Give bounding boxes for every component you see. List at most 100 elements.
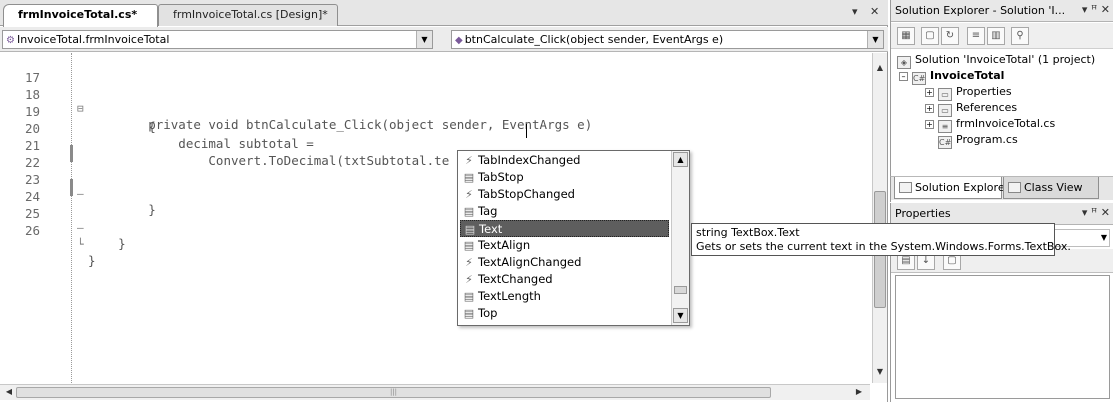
vertical-scrollbar[interactable]: ▲ ▼ xyxy=(872,53,887,383)
lightning-icon: ⚡ xyxy=(465,256,473,269)
property-icon: ▤ xyxy=(463,307,475,320)
solution-explorer-icon xyxy=(899,182,912,193)
intellisense-item[interactable]: ⚡ TabIndexChanged xyxy=(460,152,669,169)
scroll-down-icon[interactable]: ▼ xyxy=(673,308,688,323)
panel-title-text: Solution Explorer - Solution 'I... xyxy=(895,4,1066,17)
node-label: frmInvoiceTotal.cs xyxy=(956,117,1056,130)
intellisense-item[interactable]: ▤ TextAlign xyxy=(460,237,669,254)
tree-node-project[interactable]: – C# InvoiceTotal xyxy=(899,68,1005,85)
code-line: 19 { xyxy=(0,89,860,134)
tree-node-solution[interactable]: ◈ Solution 'InvoiceTotal' (1 project) xyxy=(897,52,1096,69)
panel-window-controls[interactable]: ▾ ꟸ ✕ xyxy=(1082,206,1110,219)
tooltip-description: Gets or sets the current text in the Sys… xyxy=(696,240,1071,253)
tree-node-references[interactable]: + ▭ References xyxy=(925,100,1017,117)
code-area[interactable]: 17 18 ⊟ private void btnCalculate_Click(… xyxy=(0,53,870,383)
intellisense-item[interactable]: ▤ TabStop xyxy=(460,169,669,186)
item-label: Tag xyxy=(478,204,498,218)
item-label: TextAlignChanged xyxy=(478,255,582,269)
properties-icon[interactable]: ▦ xyxy=(897,27,915,45)
class-diagram-icon[interactable]: ⚲ xyxy=(1011,27,1029,45)
lightning-icon: ⚡ xyxy=(465,154,473,167)
view-code-icon[interactable]: ≡ xyxy=(967,27,985,45)
close-tab-icon[interactable]: ✕ xyxy=(870,5,879,18)
member-combo-value: btnCalculate_Click(object sender, EventA… xyxy=(464,33,724,46)
expand-icon[interactable]: + xyxy=(925,88,934,97)
solution-explorer-panel: Solution Explorer - Solution 'I... ▾ ꟸ ✕… xyxy=(890,0,1113,202)
scroll-thumb[interactable]: ||| xyxy=(16,387,771,398)
item-label: TabIndexChanged xyxy=(478,153,581,167)
tab-class-view[interactable]: Class View xyxy=(1003,177,1099,199)
item-label: TextLength xyxy=(478,289,541,303)
class-combo-value: InvoiceTotal.frmInvoiceTotal xyxy=(16,33,170,46)
scroll-up-icon[interactable]: ▲ xyxy=(873,61,887,75)
view-designer-icon[interactable]: ▥ xyxy=(987,27,1005,45)
chevron-down-icon[interactable]: ▼ xyxy=(416,31,432,48)
node-label: InvoiceTotal xyxy=(930,69,1005,82)
lightning-icon: ⚡ xyxy=(465,273,473,286)
expand-icon[interactable]: + xyxy=(925,104,934,113)
code-editor: frmInvoiceTotal.cs* frmInvoiceTotal.cs [… xyxy=(0,0,888,402)
properties-title: Properties ▾ ꟸ ✕ xyxy=(891,203,1113,225)
expand-icon[interactable]: + xyxy=(925,120,934,129)
property-icon: ▤ xyxy=(463,205,475,218)
intellisense-list[interactable]: ⚡ TabIndexChanged ▤ TabStop ⚡ TabStopChange… xyxy=(457,150,690,326)
tab-label: Solution Explorer xyxy=(915,181,1010,194)
code-line: 18 ⊟ private void btnCalculate_Click(obj… xyxy=(0,72,860,132)
intellisense-item[interactable]: ▤ Top xyxy=(460,305,669,322)
code-line: 23 – } xyxy=(0,157,860,217)
item-label: TextAlign xyxy=(478,238,531,252)
tab-code-file[interactable]: frmInvoiceTotal.cs* xyxy=(3,4,158,27)
intellisense-item[interactable]: ⚡ TabStopChanged xyxy=(460,186,669,203)
line-number: 26 xyxy=(24,223,40,238)
code-line: 21 Convert.ToDecimal(txtSubtotal.te xyxy=(0,123,860,168)
solution-explorer-title: Solution Explorer - Solution 'I... ▾ ꟸ ✕ xyxy=(891,0,1113,22)
show-all-files-icon[interactable]: ▢ xyxy=(921,27,939,45)
document-tab-bar: frmInvoiceTotal.cs* frmInvoiceTotal.cs [… xyxy=(0,0,888,27)
property-grid[interactable] xyxy=(895,275,1110,399)
property-icon: ▤ xyxy=(463,171,475,184)
tree-node-properties[interactable]: + ▭ Properties xyxy=(925,84,1012,101)
member-tooltip: string TextBox.Text Gets or sets the cur… xyxy=(691,223,1071,256)
intellisense-item[interactable]: ▤ Tag xyxy=(460,203,669,220)
code-line: 24 xyxy=(0,174,860,204)
intellisense-item[interactable]: ▤ TextLength xyxy=(460,288,669,305)
refresh-icon[interactable]: ↻ xyxy=(941,27,959,45)
class-icon: ⚙ xyxy=(6,35,15,46)
intellisense-item[interactable]: ⚡ TextChanged xyxy=(460,271,669,288)
intellisense-item-selected[interactable]: ▤ Text xyxy=(460,220,669,237)
node-label: Properties xyxy=(956,85,1012,98)
item-label: Text xyxy=(479,222,503,236)
scroll-down-icon[interactable]: ▼ xyxy=(873,365,887,379)
node-label: Solution 'InvoiceTotal' (1 project) xyxy=(915,53,1096,66)
node-label: Program.cs xyxy=(956,133,1018,146)
method-icon: ◆ xyxy=(455,35,463,46)
code-text: } xyxy=(88,236,126,251)
scroll-up-icon[interactable]: ▲ xyxy=(673,152,688,167)
tree-node-form[interactable]: + ≡ frmInvoiceTotal.cs xyxy=(925,116,1056,133)
panel-window-controls[interactable]: ▾ ꟸ ✕ xyxy=(1082,3,1110,16)
code-line: 22 xyxy=(0,140,860,170)
tab-solution-explorer[interactable]: Solution Explorer xyxy=(894,177,1009,199)
scroll-right-icon[interactable]: ▶ xyxy=(852,385,866,399)
class-combo[interactable]: ⚙ InvoiceTotal.frmInvoiceTotal ▼ xyxy=(2,30,433,49)
property-icon: ▤ xyxy=(463,290,475,303)
intellisense-scrollbar[interactable]: ▲ ▼ xyxy=(671,151,689,325)
item-label: TextChanged xyxy=(478,272,553,286)
navigation-bar: ⚙ InvoiceTotal.frmInvoiceTotal ▼ ◆ btnCalc… xyxy=(0,27,888,52)
tab-design-file[interactable]: frmInvoiceTotal.cs [Design]* xyxy=(158,4,338,26)
collapse-icon[interactable]: – xyxy=(899,72,908,81)
scroll-thumb[interactable] xyxy=(674,286,687,294)
csharp-file-icon: C# xyxy=(938,136,952,149)
tree-node-program[interactable]: C# Program.cs xyxy=(938,132,1018,149)
code-text: } xyxy=(88,253,96,268)
horizontal-scrollbar[interactable]: ◀ ||| ▶ xyxy=(0,384,870,400)
chevron-down-icon[interactable]: ▼ xyxy=(867,31,883,48)
member-combo[interactable]: ◆ btnCalculate_Click(object sender, Event… xyxy=(451,30,884,49)
intellisense-item[interactable]: ⚡ TextAlignChanged xyxy=(460,254,669,271)
text-cursor xyxy=(526,124,527,138)
project-icon: C# xyxy=(912,72,926,85)
chevron-down-icon[interactable]: ▼ xyxy=(1101,233,1107,242)
tab-list-dropdown-icon[interactable]: ▾ xyxy=(852,5,858,18)
scroll-left-icon[interactable]: ◀ xyxy=(2,385,16,399)
code-line: 20 decimal subtotal = xyxy=(0,106,860,151)
